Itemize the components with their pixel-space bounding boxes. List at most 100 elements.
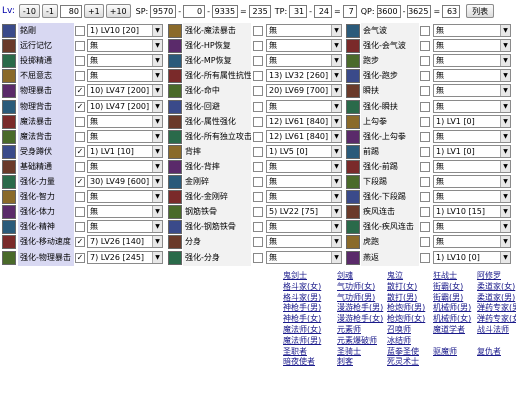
skill-level-select[interactable]: 無 ▼ [87,129,163,143]
skill-level-select[interactable]: 12) LV61 [840] ▼ [266,129,342,143]
tp-total-field[interactable]: 31 [289,4,308,18]
skill-checkbox[interactable] [420,177,430,187]
job-link[interactable]: 格斗家(男) [283,292,321,303]
skill-level-select[interactable]: 無 ▼ [433,220,511,234]
skill-checkbox[interactable] [253,161,263,172]
skill-checkbox[interactable] [420,41,430,52]
chevron-down-icon[interactable]: ▼ [152,251,162,263]
chevron-down-icon[interactable]: ▼ [331,236,341,248]
job-link[interactable]: 魔道学者 [433,324,465,335]
skill-level-select[interactable]: 1) LV1 [10] ▼ [87,144,163,158]
level-minus-1-button[interactable]: -1 [41,4,58,18]
job-link[interactable]: 魔法师(女) [283,324,321,335]
skill-checkbox[interactable] [253,207,263,218]
skill-checkbox[interactable]: ✓ [75,177,85,187]
skill-checkbox[interactable]: ✓ [75,101,85,112]
skill-level-select[interactable]: 1) LV1 [0] ▼ [433,114,511,128]
job-link[interactable]: 机械师(男) [433,302,471,313]
job-link[interactable]: 魔法师(男) [283,335,321,346]
skill-level-select[interactable]: 無 ▼ [433,39,511,53]
job-link[interactable]: 漫游枪手(女) [337,313,383,324]
skill-level-select[interactable]: 無 ▼ [87,69,163,83]
chevron-down-icon[interactable]: ▼ [500,221,510,233]
job-link[interactable]: 驱魔师 [433,346,457,357]
skill-level-select[interactable]: 12) LV61 [840] ▼ [266,114,342,128]
job-link[interactable]: 战斗法师 [477,324,509,335]
chevron-down-icon[interactable]: ▼ [500,251,510,263]
chevron-down-icon[interactable]: ▼ [152,85,162,97]
job-link[interactable]: 机械师(女) [433,313,471,324]
job-link[interactable]: 刺客 [337,356,353,367]
job-link[interactable]: 弹药专家(男) [477,302,516,313]
job-link[interactable]: 元素师 [337,324,361,335]
job-link[interactable]: 散打(男) [387,292,417,303]
skill-level-select[interactable]: 1) LV5 [0] ▼ [266,144,342,158]
job-link[interactable]: 狂战士 [433,270,457,281]
skill-checkbox[interactable] [420,237,430,248]
skill-level-select[interactable]: 7) LV26 [245] ▼ [87,250,163,264]
skill-level-select[interactable]: 無 ▼ [266,39,342,53]
level-minus-10-button[interactable]: -10 [18,4,40,18]
job-link[interactable]: 气功师(男) [337,292,375,303]
job-link[interactable]: 圣职者 [283,346,307,357]
level-plus-10-button[interactable]: +10 [105,4,131,18]
chevron-down-icon[interactable]: ▼ [331,176,341,187]
job-link[interactable]: 鬼剑士 [283,270,307,281]
skill-checkbox[interactable] [253,71,263,82]
skill-level-select[interactable]: 1) LV10 [20] ▼ [87,24,163,37]
job-link[interactable]: 街霸(男) [433,292,463,303]
chevron-down-icon[interactable]: ▼ [331,251,341,263]
skill-level-select[interactable]: 無 ▼ [266,220,342,234]
job-link[interactable]: 蓝拳圣使 [387,346,419,357]
skill-checkbox[interactable] [253,116,263,127]
chevron-down-icon[interactable]: ▼ [152,160,162,172]
chevron-down-icon[interactable]: ▼ [152,70,162,82]
job-link[interactable]: 气功师(女) [337,281,375,292]
chevron-down-icon[interactable]: ▼ [500,115,510,127]
chevron-down-icon[interactable]: ▼ [500,160,510,172]
chevron-down-icon[interactable]: ▼ [331,145,341,157]
job-link[interactable]: 阿修罗 [477,270,501,281]
skill-checkbox[interactable] [420,71,430,82]
job-link[interactable]: 枪炮师(男) [387,302,425,313]
skill-level-select[interactable]: 無 ▼ [266,24,342,37]
skill-checkbox[interactable]: ✓ [75,237,85,248]
job-link[interactable]: 神枪手(女) [283,313,321,324]
skill-level-select[interactable]: 無 ▼ [87,54,163,68]
skill-checkbox[interactable] [253,177,263,187]
skill-checkbox[interactable] [75,71,85,82]
skill-level-select[interactable]: 10) LV47 [200] ▼ [87,99,163,113]
skill-checkbox[interactable] [420,222,430,233]
chevron-down-icon[interactable]: ▼ [500,236,510,248]
skill-checkbox[interactable] [253,192,263,203]
level-input[interactable]: 80 [59,4,82,18]
list-button[interactable]: 列表 [466,4,495,18]
skill-checkbox[interactable] [75,161,85,172]
skill-level-select[interactable]: 無 ▼ [433,235,511,249]
job-link[interactable]: 死灵术士 [387,356,419,367]
job-link[interactable]: 街霸(女) [433,281,463,292]
chevron-down-icon[interactable]: ▼ [331,25,341,36]
chevron-down-icon[interactable]: ▼ [331,115,341,127]
skill-level-select[interactable]: 無 ▼ [433,69,511,83]
chevron-down-icon[interactable]: ▼ [331,85,341,97]
chevron-down-icon[interactable]: ▼ [500,206,510,218]
job-link[interactable]: 暗夜使者 [283,356,315,367]
job-link[interactable]: 柔道家(男) [477,292,515,303]
skill-level-select[interactable]: 無 ▼ [266,99,342,113]
skill-level-select[interactable]: 7) LV26 [140] ▼ [87,235,163,249]
skill-checkbox[interactable] [420,26,430,36]
chevron-down-icon[interactable]: ▼ [152,145,162,157]
skill-checkbox[interactable]: ✓ [75,86,85,97]
skill-checkbox[interactable] [75,116,85,127]
skill-checkbox[interactable] [420,146,430,157]
chevron-down-icon[interactable]: ▼ [331,70,341,82]
job-link[interactable]: 圣骑士 [337,346,361,357]
skill-checkbox[interactable]: ✓ [75,252,85,263]
skill-level-select[interactable]: 1) LV1 [0] ▼ [433,144,511,158]
skill-level-select[interactable]: 1) LV10 [0] ▼ [433,250,511,264]
skill-checkbox[interactable] [75,192,85,203]
skill-level-select[interactable]: 無 ▼ [433,54,511,68]
skill-checkbox[interactable] [75,207,85,218]
skill-checkbox[interactable] [253,41,263,52]
